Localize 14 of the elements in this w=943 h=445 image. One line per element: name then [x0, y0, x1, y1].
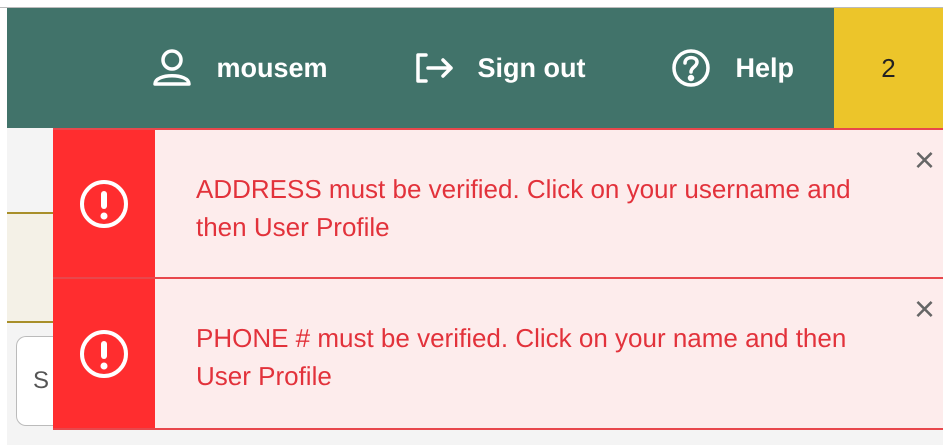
- close-button[interactable]: ×: [914, 291, 935, 327]
- search-field[interactable]: S: [16, 336, 53, 426]
- sign-out-icon: [414, 52, 454, 84]
- user-link[interactable]: mousem: [152, 48, 328, 88]
- sign-out-link[interactable]: Sign out: [414, 48, 586, 88]
- help-link[interactable]: Help: [671, 48, 794, 88]
- close-button[interactable]: ×: [914, 142, 935, 178]
- user-icon: [152, 49, 192, 87]
- alert-message: ADDRESS must be verified. Click on your username and then User Profile: [196, 173, 852, 244]
- alert-message: PHONE # must be verified. Click on your name and then User Profile: [196, 322, 848, 393]
- alert-icon: [79, 178, 129, 228]
- help-icon: [671, 48, 712, 88]
- alert-icon: [79, 328, 129, 378]
- notification-count[interactable]: 2: [834, 8, 943, 128]
